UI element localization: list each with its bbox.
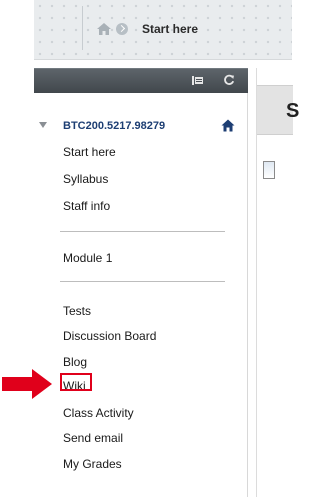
home-blue-icon[interactable]	[221, 119, 235, 132]
menu-item-syllabus[interactable]: Syllabus	[63, 172, 108, 186]
menu-item-staff-info[interactable]: Staff info	[63, 199, 110, 213]
course-menu-header	[34, 68, 248, 93]
menu-item-discussion-board[interactable]: Discussion Board	[63, 329, 156, 343]
folder-icon[interactable]	[192, 76, 203, 85]
menu-item-blog[interactable]: Blog	[63, 355, 87, 369]
content-area: S	[256, 68, 299, 497]
content-thumbnail[interactable]	[263, 161, 275, 179]
breadcrumb-divider	[82, 6, 83, 50]
collapse-triangle-icon[interactable]	[39, 122, 47, 128]
menu-item-send-email[interactable]: Send email	[63, 431, 123, 445]
chevron-right-icon	[116, 22, 128, 35]
red-arrow-icon	[2, 369, 52, 399]
breadcrumb-current[interactable]: Start here	[142, 22, 198, 36]
menu-item-my-grades[interactable]: My Grades	[63, 457, 122, 471]
content-title-bar: S	[257, 85, 299, 135]
home-icon[interactable]	[96, 22, 112, 36]
course-menu: BTC200.5217.98279 Start here Syllabus St…	[34, 93, 248, 497]
course-title[interactable]: BTC200.5217.98279	[63, 120, 165, 132]
wiki-highlight-box	[60, 373, 92, 391]
refresh-icon[interactable]	[223, 74, 235, 86]
menu-divider	[60, 231, 225, 232]
menu-divider	[60, 281, 225, 282]
breadcrumb: Start here	[88, 12, 320, 45]
menu-item-module-1[interactable]: Module 1	[63, 251, 112, 265]
content-title: S	[286, 100, 300, 122]
menu-item-start-here[interactable]: Start here	[63, 145, 116, 159]
course-title-row[interactable]: BTC200.5217.98279	[34, 119, 248, 135]
menu-item-class-activity[interactable]: Class Activity	[63, 406, 134, 420]
breadcrumb-bar: Start here	[34, 0, 292, 60]
menu-item-tests[interactable]: Tests	[63, 304, 91, 318]
left-margin	[0, 0, 34, 497]
